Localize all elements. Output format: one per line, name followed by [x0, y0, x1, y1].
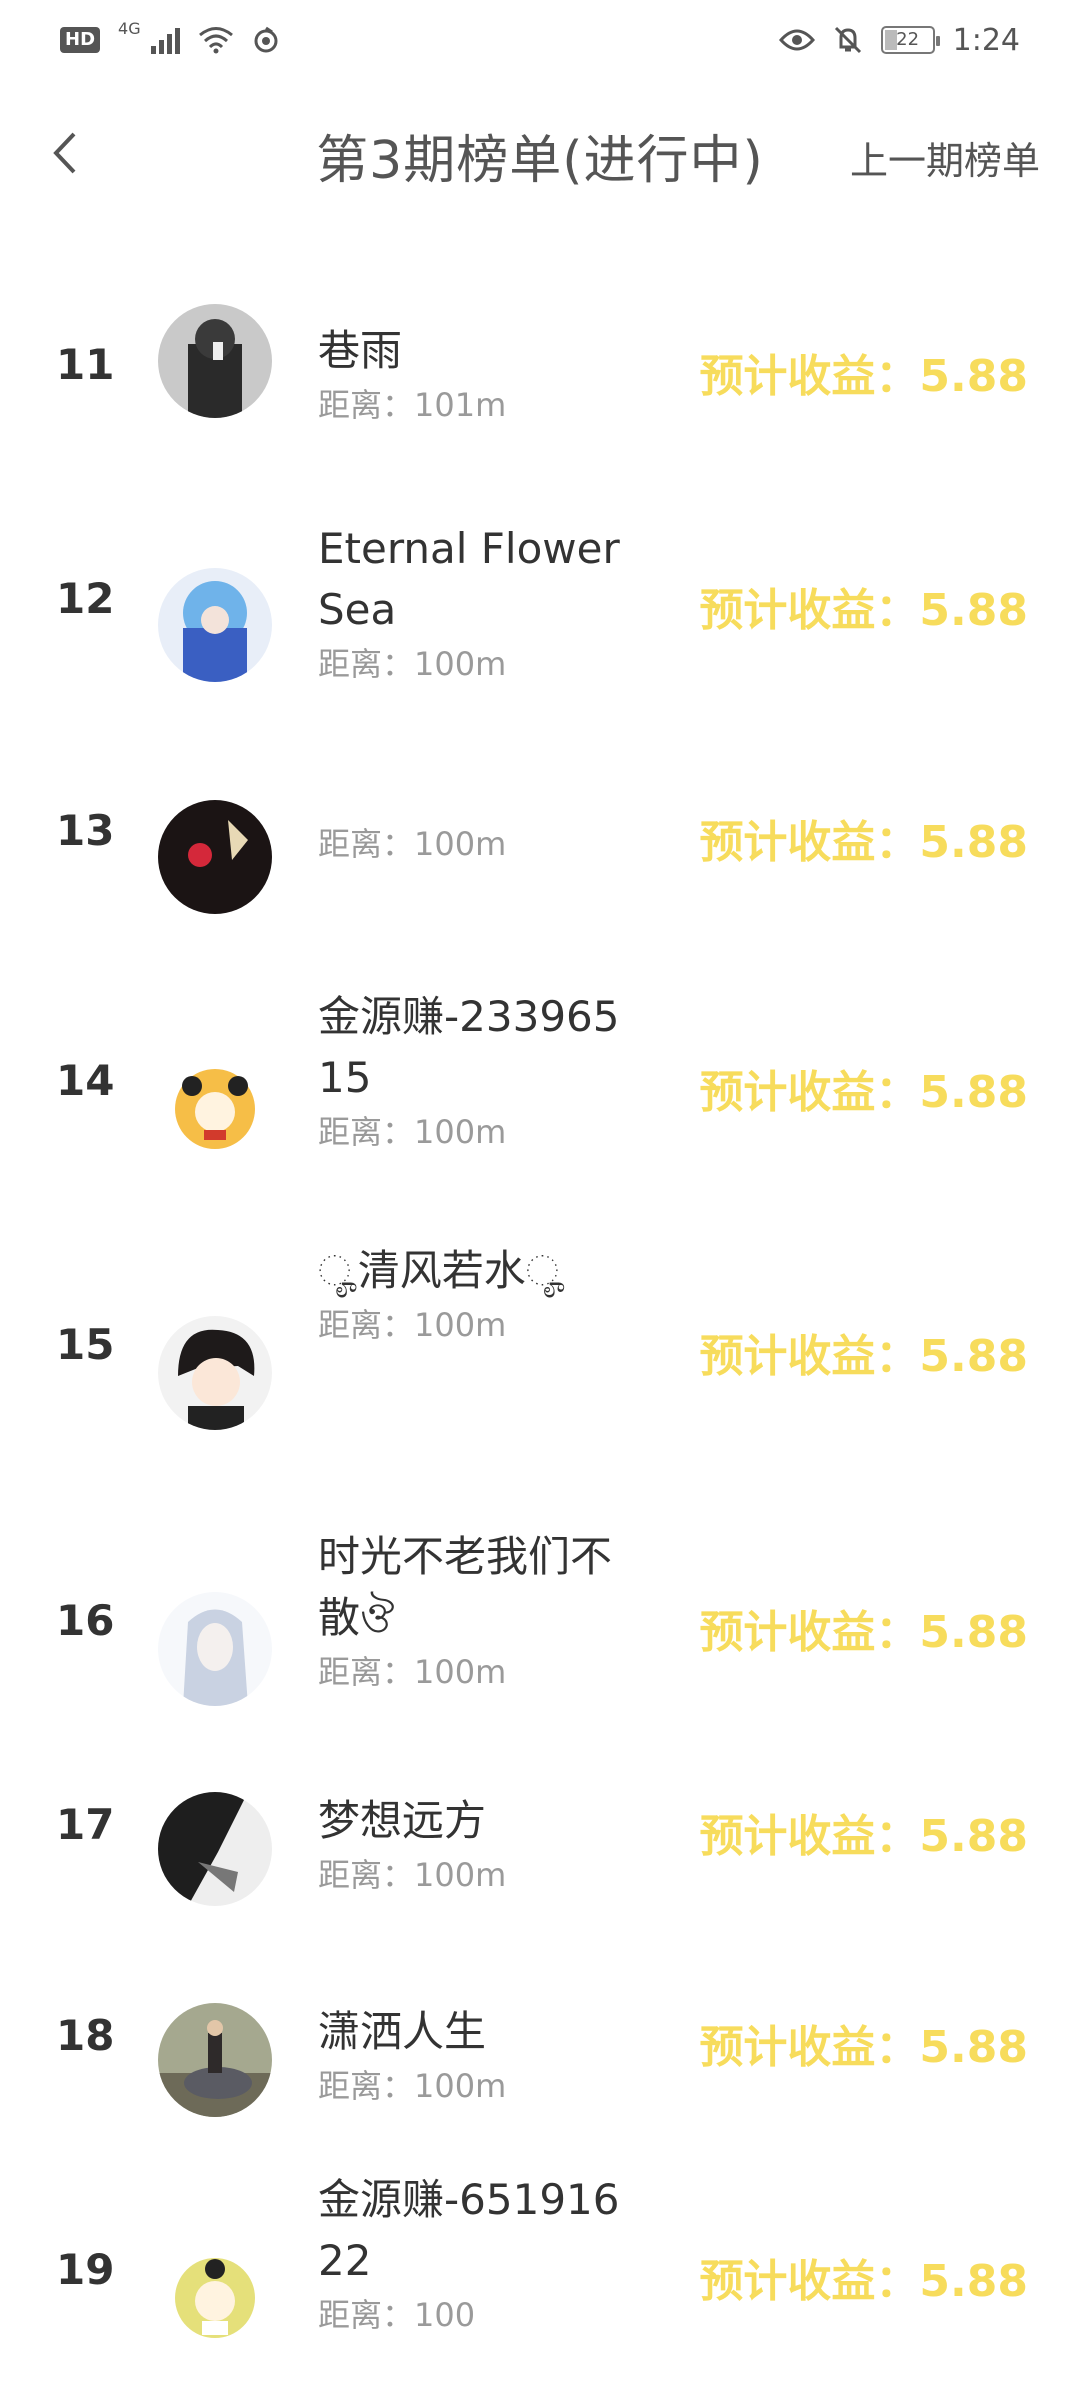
list-item[interactable]: 19 金源赚-65191622 距离：100 预计收益：5.88	[0, 2175, 1080, 2401]
header: 第3期榜单(进行中) 上一期榜单	[0, 100, 1080, 210]
rank-number: 12	[56, 574, 115, 623]
status-bar: HD 4G 22 1:24	[0, 0, 1080, 80]
avatar	[158, 2003, 272, 2117]
user-name: 金源赚-23396515	[318, 992, 620, 1102]
user-name: 金源赚-65191622	[318, 2175, 620, 2285]
user-name: Eternal Flower Sea	[318, 524, 620, 634]
user-name: 时光不老我们不散ঔ	[318, 1532, 613, 1642]
estimated-earning: 预计收益：5.88	[699, 1607, 1028, 1658]
user-name: 梦想远方	[318, 1796, 487, 1845]
rank-number: 14	[56, 1056, 115, 1105]
avatar	[158, 800, 272, 914]
avatar	[158, 568, 272, 682]
distance: 距离：100m	[318, 1306, 507, 1344]
distance: 距离：100m	[318, 825, 507, 863]
estimated-earning: 预计收益：5.88	[699, 2256, 1028, 2307]
list-item[interactable]: 14 金源赚-23396515 距离：100m 预计收益：5.88	[0, 976, 1080, 1240]
user-name: 潇洒人生	[318, 2007, 487, 2056]
rank-number: 18	[56, 2011, 115, 2060]
wifi-icon	[198, 27, 233, 54]
previous-ranking-link[interactable]: 上一期榜单	[850, 130, 1040, 185]
rank-number: 19	[56, 2245, 115, 2294]
list-item[interactable]: 15 ೄ清风若水ೄ 距离：100m 预计收益：5.88	[0, 1240, 1080, 1516]
avatar	[158, 1592, 272, 1706]
estimated-earning: 预计收益：5.88	[699, 1067, 1028, 1118]
rank-number: 15	[56, 1320, 115, 1369]
mute-bell-icon	[834, 26, 861, 54]
list-item[interactable]: 11 巷雨 距离：101m 预计收益：5.88	[0, 280, 1080, 512]
distance: 距离：100m	[318, 645, 507, 683]
distance: 距离：100	[318, 2296, 476, 2334]
user-name: 巷雨	[318, 326, 403, 375]
distance: 距离：100m	[318, 1856, 507, 1894]
list-item[interactable]: 12 Eternal Flower Sea 距离：100m 预计收益：5.88	[0, 512, 1080, 744]
list-item[interactable]: 17 梦想远方 距离：100m 预计收益：5.88	[0, 1758, 1080, 1969]
avatar	[158, 1316, 272, 1430]
hotspot-icon	[254, 26, 278, 53]
distance: 距离：100m	[318, 1113, 507, 1151]
rank-number: 16	[56, 1596, 115, 1645]
estimated-earning: 预计收益：5.88	[699, 351, 1028, 402]
avatar	[158, 304, 272, 418]
battery-icon: 22	[880, 26, 940, 54]
eye-icon	[778, 29, 815, 51]
distance: 距离：100m	[318, 2067, 507, 2105]
estimated-earning: 预计收益：5.88	[699, 585, 1028, 636]
estimated-earning: 预计收益：5.88	[699, 1331, 1028, 1382]
rank-number: 11	[56, 340, 115, 389]
user-name: ೄ清风若水ೄ	[318, 1246, 566, 1295]
estimated-earning: 预计收益：5.88	[699, 2022, 1028, 2073]
ranking-list: 11 巷雨 距离：101m 预计收益：5.88 12 Eternal Flowe…	[0, 280, 1080, 2401]
avatar	[158, 2241, 272, 2355]
rank-number: 17	[56, 1800, 115, 1849]
distance: 距离：101m	[318, 386, 507, 424]
avatar	[158, 1792, 272, 1906]
list-item[interactable]: 13 距离：100m 预计收益：5.88	[0, 744, 1080, 976]
signal-icon	[150, 26, 180, 54]
list-item[interactable]: 18 潇洒人生 距离：100m 预计收益：5.88	[0, 1969, 1080, 2201]
estimated-earning: 预计收益：5.88	[699, 817, 1028, 868]
clock: 1:24	[952, 22, 1020, 58]
hd-badge: HD	[60, 27, 101, 53]
network-type: 4G	[118, 18, 141, 38]
avatar	[158, 1052, 272, 1166]
rank-number: 13	[56, 806, 115, 855]
list-item[interactable]: 16 时光不老我们不散ঔ 距离：100m 预计收益：5.88	[0, 1516, 1080, 1758]
distance: 距离：100m	[318, 1653, 507, 1691]
estimated-earning: 预计收益：5.88	[699, 1811, 1028, 1862]
